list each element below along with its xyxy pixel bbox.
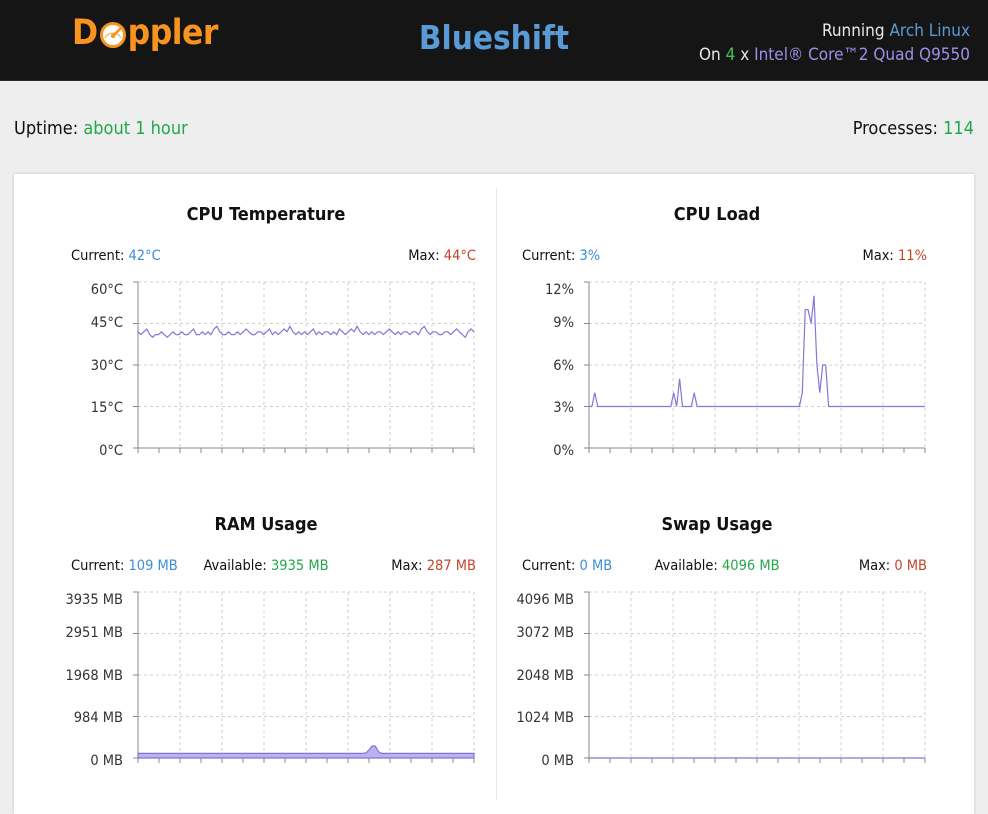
y-tick-label: 1968 MB bbox=[65, 668, 123, 684]
system-info: Running Arch Linux On 4 x Intel® Core™2 … bbox=[699, 19, 970, 67]
y-tick-label: 3072 MB bbox=[516, 625, 574, 641]
swap-usage-graph: Swap Usage Current: 0 MB Available: 4096… bbox=[507, 484, 927, 784]
y-tick-label: 45°C bbox=[90, 315, 123, 331]
y-tick-label: 0 MB bbox=[90, 753, 123, 769]
max-label: Max: bbox=[862, 248, 894, 264]
times-sign: x bbox=[740, 45, 750, 65]
y-tick-label: 3935 MB bbox=[65, 592, 123, 608]
current-label: Current: bbox=[522, 248, 576, 264]
current-label: Current: bbox=[71, 248, 125, 264]
cpu-count: 4 bbox=[725, 45, 736, 65]
y-tick-label: 12% bbox=[545, 282, 574, 298]
running-prefix: Running bbox=[821, 21, 885, 41]
y-tick-label: 2048 MB bbox=[516, 668, 574, 684]
cpu-line: On 4 x Intel® Core™2 Quad Q9550 bbox=[699, 43, 970, 67]
os-name: Arch Linux bbox=[889, 21, 970, 41]
y-tick-label: 1024 MB bbox=[516, 710, 574, 726]
on-prefix: On bbox=[699, 45, 721, 65]
available-value: 4096 MB bbox=[721, 558, 780, 574]
top-bar: D ppler Blueshift Running Arch Linux On … bbox=[0, 0, 988, 81]
available-value: 3935 MB bbox=[270, 558, 329, 574]
max-label: Max: bbox=[408, 248, 440, 264]
y-tick-label: 60°C bbox=[90, 282, 123, 298]
max-stat: Max: 0 MB bbox=[859, 558, 927, 574]
panel-divider bbox=[496, 188, 497, 800]
os-line: Running Arch Linux bbox=[699, 19, 970, 43]
cpu-model: Intel® Core™2 Quad Q9550 bbox=[754, 45, 970, 65]
max-value: 287 MB bbox=[426, 558, 476, 574]
max-label: Max: bbox=[858, 558, 891, 574]
max-stat: Max: 11% bbox=[862, 248, 927, 264]
graph-title: Swap Usage bbox=[661, 514, 773, 535]
max-stat: Max: 287 MB bbox=[391, 558, 476, 574]
graph-title: CPU Load bbox=[673, 204, 761, 225]
graph-title: RAM Usage bbox=[214, 514, 318, 535]
uptime: Uptime: about 1 hour bbox=[14, 118, 188, 139]
cpu-load-plot bbox=[584, 281, 926, 453]
y-tick-label: 15°C bbox=[90, 400, 123, 416]
available-label: Available: bbox=[654, 558, 718, 574]
max-stat: Max: 44°C bbox=[408, 248, 476, 264]
y-tick-label: 0% bbox=[553, 443, 574, 459]
y-tick-label: 0 MB bbox=[541, 753, 574, 769]
current-stat: Current: 42°C bbox=[71, 248, 161, 264]
cpu-load-graph: CPU Load Current: 3% Max: 11% 12% 9% 6% … bbox=[507, 174, 927, 474]
current-value: 3% bbox=[579, 248, 601, 264]
uptime-label: Uptime: bbox=[14, 118, 79, 139]
cpu-temperature-plot bbox=[133, 281, 475, 453]
cpu-temperature-graph: CPU Temperature Current: 42°C Max: 44°C … bbox=[56, 174, 476, 474]
swap-usage-plot bbox=[584, 591, 926, 763]
ram-usage-plot bbox=[133, 591, 475, 763]
y-tick-label: 0°C bbox=[99, 443, 123, 459]
y-tick-label: 2951 MB bbox=[65, 625, 123, 641]
uptime-value: about 1 hour bbox=[83, 118, 188, 139]
max-value: 0 MB bbox=[894, 558, 927, 574]
processes: Processes: 114 bbox=[853, 118, 974, 139]
ram-usage-graph: RAM Usage Current: 109 MB Available: 393… bbox=[56, 484, 476, 784]
series-area bbox=[137, 745, 475, 759]
processes-value: 114 bbox=[943, 118, 974, 139]
max-label: Max: bbox=[391, 558, 423, 574]
y-tick-label: 30°C bbox=[90, 358, 123, 374]
y-tick-label: 4096 MB bbox=[516, 592, 574, 608]
current-value: 42°C bbox=[128, 248, 161, 264]
y-tick-label: 9% bbox=[553, 315, 574, 331]
max-value: 11% bbox=[898, 248, 927, 264]
graphs-panel: CPU Temperature Current: 42°C Max: 44°C … bbox=[14, 174, 974, 814]
available-label: Available: bbox=[203, 558, 267, 574]
processes-label: Processes: bbox=[852, 118, 938, 139]
max-value: 44°C bbox=[443, 248, 476, 264]
y-tick-label: 984 MB bbox=[73, 710, 123, 726]
graph-title: CPU Temperature bbox=[186, 204, 346, 225]
y-tick-label: 6% bbox=[553, 358, 574, 374]
current-stat: Current: 3% bbox=[522, 248, 600, 264]
y-tick-label: 3% bbox=[553, 400, 574, 416]
